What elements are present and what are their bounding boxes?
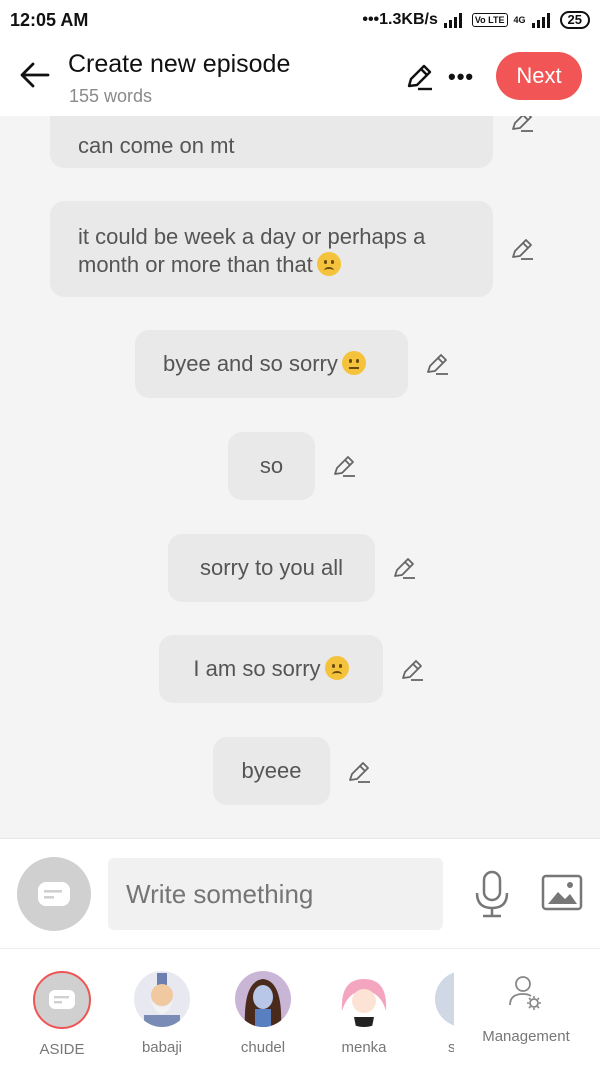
character-name: ASIDE [39, 1041, 85, 1058]
message-bubble[interactable]: I am so sorry [159, 635, 383, 703]
edit-title-icon[interactable] [404, 62, 434, 92]
status-indicators: •••1.3KB/s Vo LTE 4G 25 [362, 11, 590, 29]
episode-messages: can come on mt it could be week a day or… [0, 116, 600, 838]
word-count: 155 words [69, 86, 153, 106]
management-button[interactable]: Management [478, 973, 574, 1045]
babaji-avatar [134, 971, 190, 1027]
status-bar: 12:05 AM •••1.3KB/s Vo LTE 4G 25 [0, 0, 600, 40]
character-partial[interactable]: s [420, 971, 454, 1056]
network-type: 4G [513, 15, 526, 25]
page-title: Create new episode [68, 50, 291, 78]
edit-message-icon[interactable] [424, 351, 450, 377]
edit-message-icon[interactable] [331, 453, 357, 479]
message-text-line1: it could be week a day or perhaps a [78, 224, 426, 249]
user-settings-icon [509, 976, 541, 1010]
message-text: can come on mt [78, 133, 235, 158]
character-name: menka [341, 1039, 387, 1056]
character-name: chudel [240, 1039, 286, 1056]
aside-avatar [33, 971, 91, 1029]
next-button[interactable]: Next [496, 52, 582, 100]
edit-message-icon[interactable] [346, 759, 372, 785]
frowning-face-icon [324, 656, 349, 680]
message-input[interactable] [108, 858, 443, 930]
menka-avatar [336, 971, 392, 1027]
frowning-face-icon [316, 252, 341, 276]
neutral-face-icon [341, 351, 366, 375]
network-speed: •••1.3KB/s [362, 11, 438, 28]
message-text: so [259, 453, 284, 478]
status-time: 12:05 AM [10, 9, 89, 30]
management-label: Management [482, 1028, 570, 1045]
microphone-icon[interactable] [472, 869, 512, 919]
character-menka[interactable]: menka [324, 971, 404, 1056]
character-bar: ASIDE babaji chudel menka s Management [0, 948, 600, 1068]
edit-message-icon[interactable] [399, 657, 425, 683]
volte-badge: Vo LTE [471, 13, 508, 27]
character-babaji[interactable]: babaji [122, 971, 202, 1056]
more-options-icon[interactable]: ••• [448, 64, 474, 90]
character-aside[interactable]: ASIDE [22, 971, 102, 1058]
edit-message-icon[interactable] [509, 116, 535, 134]
battery-icon: 25 [559, 11, 590, 29]
app-header: Create new episode 155 words ••• Next [0, 40, 600, 116]
message-bubble[interactable]: can come on mt [50, 116, 493, 168]
message-text: byee and so sorry [163, 351, 338, 376]
signal-icon [443, 12, 466, 28]
message-bubble[interactable]: byeee [213, 737, 330, 805]
chudel-avatar [235, 971, 291, 1027]
character-name: s [448, 1039, 454, 1056]
composer-bar [0, 838, 600, 949]
partial-avatar [435, 971, 454, 1027]
edit-message-icon[interactable] [391, 555, 417, 581]
aside-toggle-button[interactable] [17, 857, 91, 931]
character-name: babaji [141, 1039, 183, 1056]
message-text: I am so sorry [193, 656, 321, 681]
aside-icon [38, 882, 70, 906]
image-icon[interactable] [541, 873, 583, 913]
message-text: byeee [241, 758, 302, 783]
message-bubble[interactable]: byee and so sorry [135, 330, 408, 398]
signal-icon-2 [531, 12, 554, 28]
character-chudel[interactable]: chudel [223, 971, 303, 1056]
message-text: sorry to you all [199, 555, 344, 580]
message-bubble[interactable]: it could be week a day or perhaps a mont… [50, 201, 493, 297]
message-text-line2: month or more than that [78, 252, 313, 277]
message-bubble[interactable]: so [228, 432, 315, 500]
edit-message-icon[interactable] [509, 236, 535, 262]
message-bubble[interactable]: sorry to you all [168, 534, 375, 602]
back-arrow-icon[interactable] [18, 58, 52, 92]
